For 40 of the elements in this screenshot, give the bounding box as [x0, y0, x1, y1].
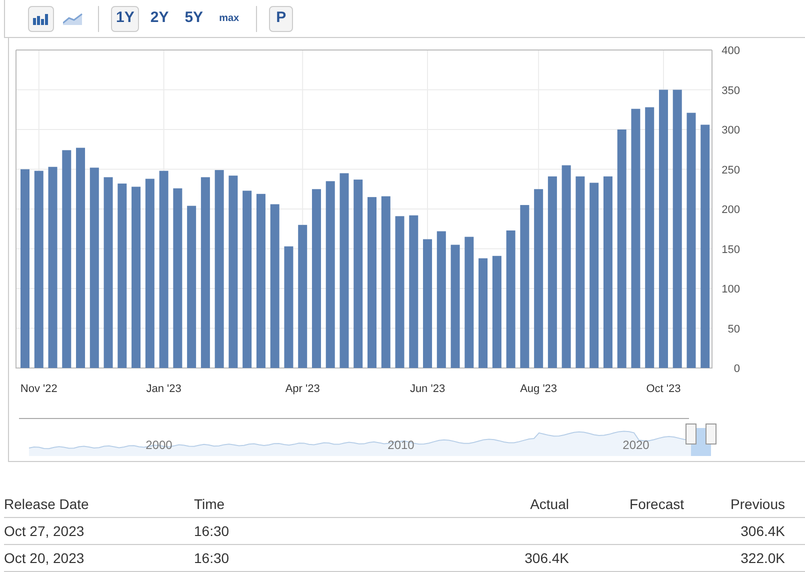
- navigator-label: 2020: [622, 438, 650, 452]
- axis-label: Aug '23: [520, 383, 558, 395]
- axis-label: Nov '22: [20, 383, 58, 395]
- table-cell: Oct 20, 2023: [4, 550, 84, 566]
- axis-label: Jun '23: [410, 383, 446, 395]
- axis-label: 400: [722, 45, 740, 57]
- axis-label: Apr '23: [285, 383, 320, 395]
- column-header: Previous: [730, 496, 785, 512]
- table-cell: 306.4K: [524, 550, 569, 566]
- area-chart-icon: [63, 12, 83, 24]
- axis-label: 200: [722, 204, 740, 216]
- range-button[interactable]: 5Y: [180, 6, 208, 32]
- axis-label: Oct '23: [646, 383, 681, 395]
- axis-label: 350: [722, 84, 740, 97]
- chart-type-button[interactable]: [28, 6, 54, 32]
- range-handle[interactable]: [686, 424, 696, 444]
- table-cell: 16:30: [194, 550, 230, 566]
- bar-chart-icon: [32, 12, 50, 24]
- navigator-label: 2010: [388, 438, 414, 452]
- column-header: Actual: [530, 496, 569, 512]
- range-button[interactable]: max: [214, 6, 244, 32]
- table-cell: 16:30: [194, 522, 230, 538]
- table-cell: 306.4K: [740, 522, 785, 538]
- axis-label: Jan '23: [146, 383, 182, 395]
- axis-label: 300: [722, 124, 740, 136]
- axis-label: 250: [722, 164, 740, 176]
- axis-label: 150: [722, 244, 740, 256]
- column-header: Time: [194, 496, 225, 512]
- axis-label: 50: [728, 323, 740, 336]
- range-button[interactable]: 2Y: [145, 6, 174, 32]
- p-button[interactable]: P: [269, 6, 294, 32]
- navigator-label: 2000: [146, 438, 172, 452]
- axis-label: 100: [722, 284, 740, 296]
- range-button[interactable]: 1Y: [111, 6, 140, 32]
- column-header: Forecast: [630, 496, 684, 512]
- axis-label: 0: [734, 363, 740, 375]
- table-cell: Oct 27, 2023: [4, 522, 84, 538]
- table-cell: 322.0K: [740, 550, 785, 566]
- column-header: Release Date: [4, 496, 89, 512]
- range-handle[interactable]: [706, 424, 716, 444]
